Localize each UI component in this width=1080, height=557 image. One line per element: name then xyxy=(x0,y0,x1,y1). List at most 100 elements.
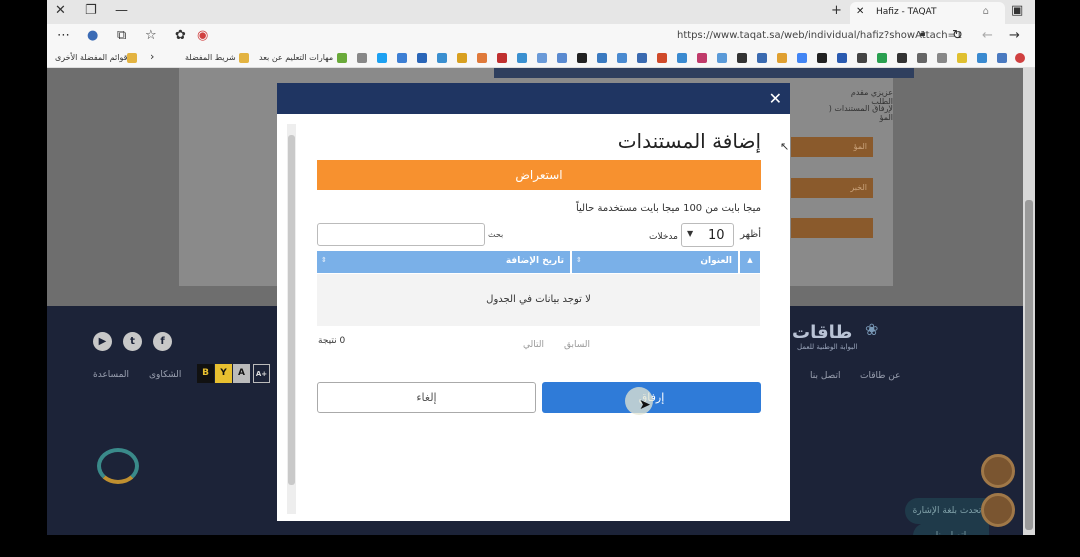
bookmark-icon[interactable] xyxy=(437,53,447,63)
bookmark-icon[interactable] xyxy=(397,53,407,63)
bookmark-icon[interactable] xyxy=(417,53,427,63)
bg-orange-button-2[interactable]: الخبر xyxy=(791,178,873,198)
page-size-value: 10 xyxy=(708,228,725,243)
bookmark-icon[interactable] xyxy=(857,53,867,63)
bookmark-icon[interactable] xyxy=(477,53,487,63)
restore-window-icon[interactable]: ❐ xyxy=(85,3,97,18)
bookmark-icon[interactable] xyxy=(717,53,727,63)
font-normal-button[interactable]: A xyxy=(233,364,250,383)
card-header-strip xyxy=(494,68,914,78)
contrast-yellow-button[interactable]: Y xyxy=(215,364,232,383)
bookmark-icon[interactable] xyxy=(877,53,887,63)
sort-asc-icon: ▲ xyxy=(747,256,753,264)
search-input[interactable] xyxy=(317,223,485,246)
cancel-button[interactable]: إلغاء xyxy=(317,382,536,413)
tab-title: Hafiz - TAQAT xyxy=(876,7,937,17)
new-tab-icon[interactable]: + xyxy=(831,3,842,18)
chevron-left-icon[interactable]: ‹ xyxy=(150,50,154,63)
tracking-icon[interactable]: ◉ xyxy=(197,28,208,43)
footer-about-link[interactable]: عن طاقات xyxy=(860,371,901,381)
table-header: تاريخ الإضافة ⇕ العنوان ⇕ ▲ xyxy=(317,251,760,273)
bookmark-icon[interactable] xyxy=(957,53,967,63)
bookmark-icon[interactable] xyxy=(817,53,827,63)
more-menu-icon[interactable]: ⋯ xyxy=(57,28,70,43)
column-date-added[interactable]: تاريخ الإضافة ⇕ xyxy=(317,251,570,273)
sort-icon: ⇕ xyxy=(576,256,582,264)
lock-icon[interactable]: 🔒︎ xyxy=(920,28,925,39)
bookmark-icon[interactable] xyxy=(897,53,907,63)
profile-icon[interactable]: ● xyxy=(87,28,98,43)
previous-page-link[interactable]: السابق xyxy=(564,340,590,350)
bookmark-icon[interactable] xyxy=(917,53,927,63)
font-larger-button[interactable]: A+ xyxy=(253,364,270,383)
search-label: بحث xyxy=(488,230,504,239)
bookmark-icon[interactable] xyxy=(977,53,987,63)
taqat-logo-subtitle: البوابة الوطنية للعمل xyxy=(797,343,858,351)
minimize-window-icon[interactable]: — xyxy=(115,3,128,18)
bookmark-icon[interactable] xyxy=(457,53,467,63)
bookmark-icon[interactable] xyxy=(1015,53,1025,63)
favorites-bar-link[interactable]: شريط المفضلة xyxy=(185,53,236,62)
bg-orange-button-1[interactable]: المؤ xyxy=(791,137,873,157)
bookmark-icon[interactable] xyxy=(637,53,647,63)
browse-button[interactable]: استعراض xyxy=(317,160,761,190)
footer-contact-link[interactable]: اتصل بنا xyxy=(810,371,840,381)
youtube-icon[interactable]: ▶ xyxy=(93,332,112,351)
favorites-star-icon[interactable]: ☆ xyxy=(145,28,157,43)
remote-learning-link[interactable]: مهارات التعليم عن بعد xyxy=(259,53,333,62)
google-icon[interactable] xyxy=(797,53,807,63)
bookmark-icon[interactable] xyxy=(577,53,587,63)
modal-scrollbar-thumb[interactable] xyxy=(288,135,295,485)
taqat-logo-text: طاقات xyxy=(792,322,853,343)
facebook-icon[interactable]: f xyxy=(153,332,172,351)
collections-icon[interactable]: ⧉ xyxy=(117,28,126,43)
bookmark-icon[interactable] xyxy=(997,53,1007,63)
contrast-black-button[interactable]: B xyxy=(197,364,214,383)
contact-us-floating[interactable]: اتصل بنا xyxy=(913,523,989,535)
browser-toolbar: ⋯ ● ⧉ ☆ ✿ ◉ https://www.taqat.sa/web/ind… xyxy=(47,24,1035,48)
bookmark-icon[interactable] xyxy=(677,53,687,63)
back-icon[interactable]: → xyxy=(1009,28,1020,43)
contact-us-floating-icon[interactable] xyxy=(981,454,1015,488)
bookmark-icon[interactable] xyxy=(357,53,367,63)
close-icon[interactable]: ✕ xyxy=(769,89,782,108)
close-tab-icon[interactable]: ✕ xyxy=(856,6,864,17)
bookmark-icon[interactable] xyxy=(737,53,747,63)
close-window-icon[interactable]: ✕ xyxy=(55,3,66,18)
bookmark-icon[interactable] xyxy=(537,53,547,63)
bookmark-icon[interactable] xyxy=(617,53,627,63)
refresh-icon[interactable]: ↻ xyxy=(952,28,963,43)
next-page-link[interactable]: التالي xyxy=(523,340,544,350)
drive-icon[interactable] xyxy=(337,53,347,63)
forward-icon[interactable]: ← xyxy=(982,28,993,43)
page-size-select[interactable]: ▼ 10 xyxy=(681,223,734,247)
bookmark-icon[interactable] xyxy=(697,53,707,63)
show-label: أظهر xyxy=(740,229,761,240)
page-scrollbar-thumb[interactable] xyxy=(1025,200,1033,530)
bookmark-icon[interactable] xyxy=(497,53,507,63)
footer-help-link[interactable]: المساعدة xyxy=(93,370,129,380)
tab-hafiz[interactable]: ✕ Hafiz - TAQAT ⌂ xyxy=(850,2,1005,24)
bookmark-icon[interactable] xyxy=(517,53,527,63)
tab-actions-icon[interactable]: ▣ xyxy=(1011,3,1023,18)
column-select-all[interactable]: ▲ xyxy=(740,251,760,273)
bookmark-icon[interactable] xyxy=(837,53,847,63)
column-title[interactable]: العنوان ⇕ xyxy=(572,251,738,273)
bookmark-icon[interactable] xyxy=(657,53,667,63)
sign-language-floating[interactable]: تحدث بلغة الإشارة xyxy=(905,498,989,524)
twitter-icon[interactable]: t xyxy=(123,332,142,351)
bookmark-icon[interactable] xyxy=(777,53,787,63)
bookmark-icon[interactable] xyxy=(597,53,607,63)
browser-window: ✕ ❐ — + ✕ Hafiz - TAQAT ⌂ ▣ ⋯ ● ⧉ ☆ ✿ ◉ … xyxy=(47,0,1035,535)
footer-complaints-link[interactable]: الشكاوى xyxy=(149,370,181,380)
twitter-icon[interactable] xyxy=(377,53,387,63)
bookmark-icon[interactable] xyxy=(937,53,947,63)
sign-language-hand-icon[interactable] xyxy=(981,493,1015,527)
add-documents-modal: ✕ إضافة المستندات استعراض ميجا بايت من 1… xyxy=(277,83,790,521)
bookmark-icon[interactable] xyxy=(557,53,567,63)
bg-orange-button-3[interactable] xyxy=(791,218,873,238)
other-favorites[interactable]: قوائم المفضلة الأخرى xyxy=(55,53,127,62)
extensions-icon[interactable]: ✿ xyxy=(175,28,186,43)
column-date-added-label: تاريخ الإضافة xyxy=(505,256,564,266)
bookmark-icon[interactable] xyxy=(757,53,767,63)
